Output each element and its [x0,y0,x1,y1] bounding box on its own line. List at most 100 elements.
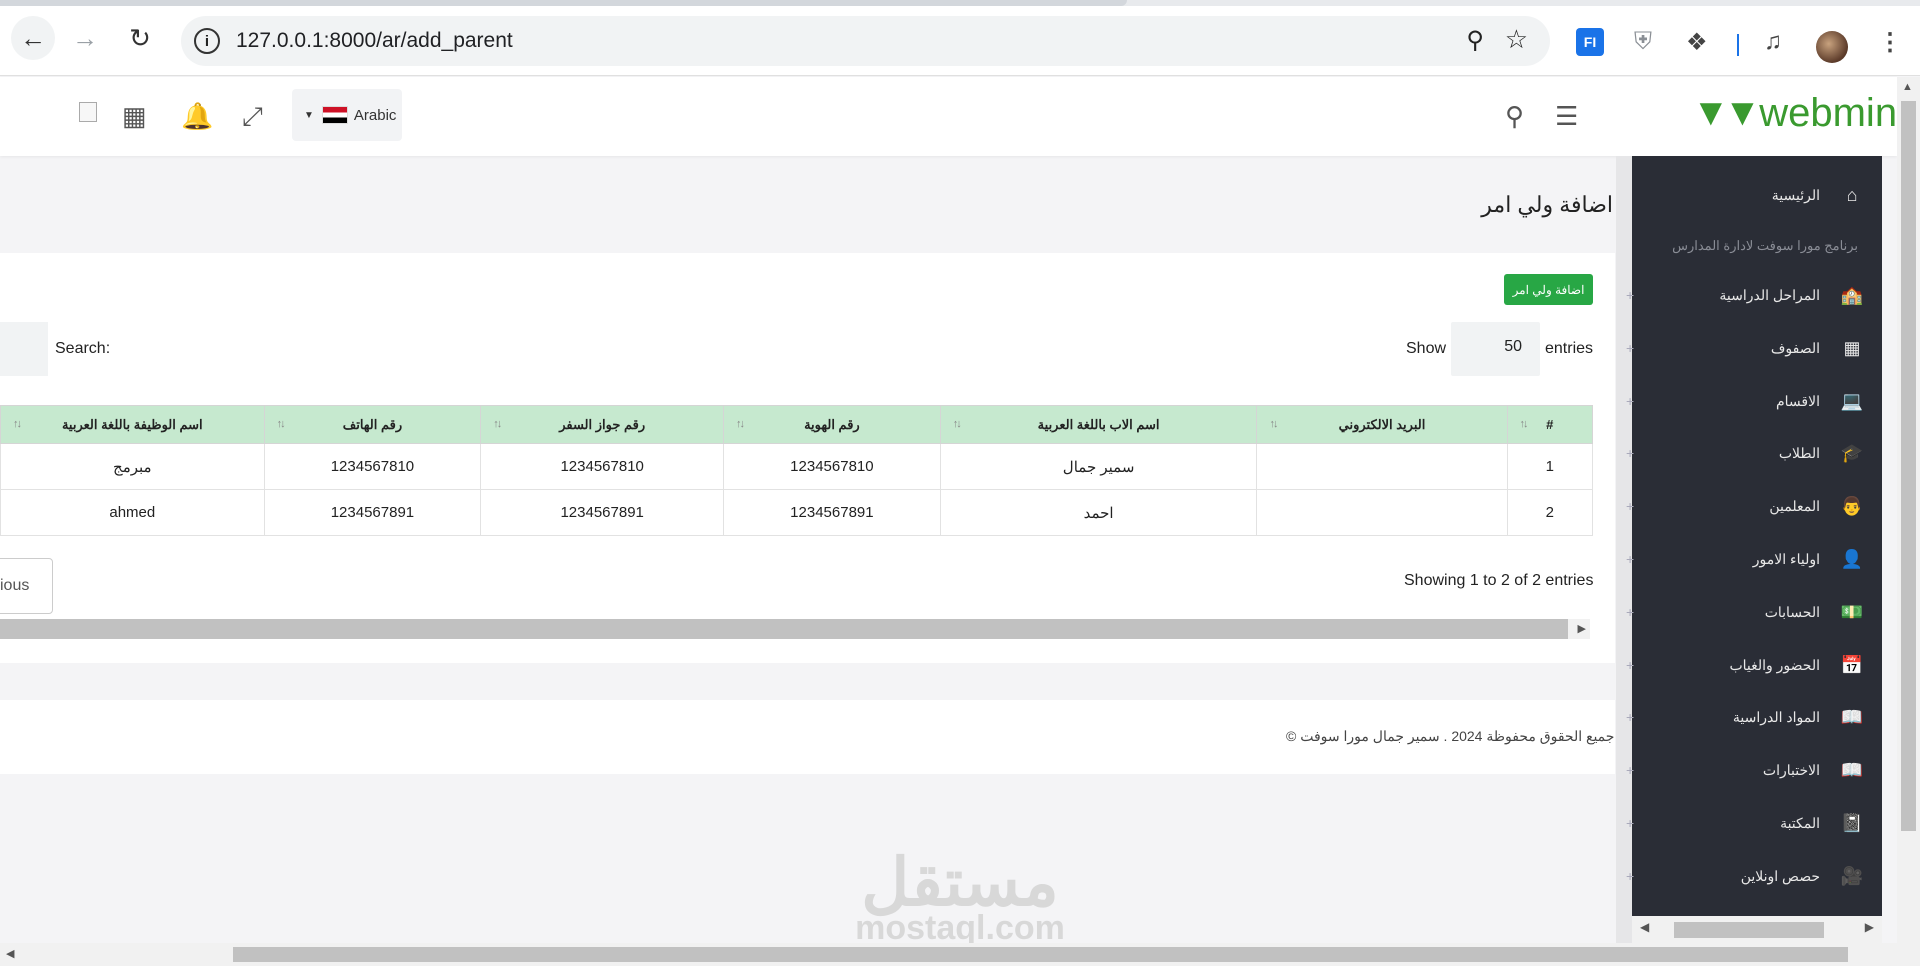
media-control-icon[interactable]: ♫ [1764,28,1782,56]
expand-plus-icon[interactable]: + [1626,657,1634,673]
scroll-left-icon[interactable]: ◀ [6,947,14,960]
extension-fi-icon[interactable]: FI [1576,28,1604,56]
toolbar-divider [1737,34,1739,56]
expand-plus-icon[interactable]: + [1626,762,1634,778]
table-cell: 1234567891 [480,489,725,536]
sidebar-item-teachers[interactable]: + المعلمين 👨 [1626,491,1882,521]
sidebar-item-subjects[interactable]: + المواد الدراسية 📖 [1626,702,1882,732]
sidebar-item-home[interactable]: الرئيسية ⌂ [1632,180,1882,210]
bookmark-star-icon[interactable]: ☆ [1505,24,1528,55]
sidebar-item-grades[interactable]: + الصفوف ▦ [1626,333,1882,363]
sidebar-item-library[interactable]: + المكتبة 📓 [1626,808,1882,838]
column-header[interactable]: ↑↓ # [1506,405,1594,444]
sidebar-item-parents[interactable]: + اولياء الامور 👤 [1626,544,1882,574]
sort-icon: ↑↓ [1269,418,1278,430]
table-cell [1256,443,1508,490]
vertical-scroll-thumb[interactable] [1901,101,1916,831]
sidebar-item-label: الحضور والغياب [1729,656,1820,673]
expand-plus-icon[interactable]: + [1626,709,1634,725]
column-header[interactable]: ↑↓ رقم جواز السفر [480,405,725,444]
scroll-up-icon[interactable]: ▲ [1902,81,1913,93]
table-cell: 1234567810 [480,443,725,490]
book-open-icon: 📖 [1840,759,1864,780]
expand-plus-icon[interactable]: + [1626,551,1634,567]
sidebar-item-label: الاختبارات [1762,761,1820,778]
school-icon: 🏫 [1840,284,1864,305]
expand-plus-icon[interactable]: + [1626,815,1634,831]
table-cell: 1234567810 [263,443,482,490]
forward-button[interactable]: → [63,16,107,60]
column-header[interactable]: ↑↓ اسم الوظيفة باللغة العربية [0,405,265,444]
sidebar-item-label: الرئيسية [1771,186,1820,203]
table-header-row: ↑↓ اسم الوظيفة باللغة العربية ↑↓ رقم الهات… [0,405,1594,444]
sidebar-item-label: الطلاب [1778,444,1820,461]
scroll-right-icon[interactable]: ▶ [1578,622,1586,635]
sidebar-tagline: برنامج مورا سوفت لادارة المدارس [1672,238,1858,253]
expand-plus-icon[interactable]: + [1626,393,1634,409]
library-icon: 📓 [1840,812,1864,833]
watermark-arabic: مستقل [861,845,1059,919]
table-scrollbar[interactable]: ▶ [0,619,1590,639]
search-input[interactable] [0,322,48,376]
profile-avatar[interactable] [1816,31,1848,63]
reload-button[interactable]: ↻ [118,16,162,60]
page-vertical-scrollbar[interactable]: ▲ [1897,77,1920,943]
sidebar-item-sections[interactable]: + الاقسام 💻 [1626,386,1882,416]
url-text[interactable]: 127.0.0.1:8000/ar/add_parent [236,29,513,53]
address-bar[interactable]: i 127.0.0.1:8000/ar/add_parent ⚲ ☆ [181,16,1550,66]
search-icon[interactable]: ⚲ [1505,101,1524,132]
sidebar-item-attendance[interactable]: + الحضور والغياب 📅 [1626,650,1882,680]
building-icon: ▦ [1843,337,1861,358]
fullscreen-icon[interactable]: ⤢ [242,101,263,133]
expand-plus-icon[interactable]: + [1626,340,1634,356]
browser-menu-icon[interactable]: ⋮ [1878,28,1902,57]
zoom-icon[interactable]: ⚲ [1466,26,1484,55]
column-header[interactable]: ↑↓ البريد الالكتروني [1256,405,1508,444]
sidebar-scroll-thumb[interactable] [1674,922,1824,938]
table-cell: 1234567891 [263,489,482,536]
table-scroll-thumb[interactable] [0,619,1568,639]
menu-toggle-icon[interactable]: ☰ [1555,101,1578,132]
site-info-icon[interactable]: i [194,28,220,54]
sidebar-item-label: الاقسام [1776,392,1820,409]
expand-plus-icon[interactable]: + [1626,445,1634,461]
page-length-select[interactable]: 50 [1451,322,1540,376]
money-icon: 💵 [1840,601,1864,622]
add-parent-button[interactable]: اضافة ولي امر [1504,274,1593,305]
table-cell: 2 [1506,489,1594,536]
sidebar-item-label: المراحل الدراسية [1719,286,1820,303]
expand-plus-icon[interactable]: + [1626,287,1634,303]
table-row: مبرمج 1234567810 1234567810 1234567810 س… [0,443,1594,490]
shield-extension-icon[interactable]: ⛨ [1634,28,1652,56]
sidebar-item-label: المعلمين [1769,497,1820,514]
back-button[interactable]: ← [11,16,55,60]
sidebar: الرئيسية ⌂ برنامج مورا سوفت لادارة المدا… [1626,156,1882,916]
horizontal-scroll-thumb[interactable] [233,947,1848,962]
video-icon: 🎥 [1840,865,1864,886]
sidebar-item-exams[interactable]: + الاختبارات 📖 [1626,755,1882,785]
bell-icon[interactable]: 🔔 [181,101,213,132]
language-dropdown[interactable]: ▼ Arabic [292,89,402,141]
sidebar-item-students[interactable]: + الطلاب 🎓 [1626,438,1882,468]
page-horizontal-scrollbar[interactable]: ◀ [0,943,1920,966]
previous-page-button[interactable]: ious [0,558,53,614]
logo-mark-icon: ▼▼ [1692,92,1761,134]
sidebar-item-accounts[interactable]: + الحسابات 💵 [1626,597,1882,627]
column-header[interactable]: ↑↓ رقم الهوية [723,405,941,444]
expand-plus-icon[interactable]: + [1626,498,1634,514]
expand-plus-icon[interactable]: + [1626,868,1634,884]
watermark: مستقل mostaql.com [843,845,1077,945]
logo[interactable]: ▼▼ webmin [1692,91,1897,136]
scroll-left-icon[interactable]: ◀ [1640,920,1649,934]
scroll-right-icon[interactable]: ▶ [1865,920,1874,934]
apps-grid-icon[interactable]: ▦ [122,101,147,132]
expand-plus-icon[interactable]: + [1626,604,1634,620]
sidebar-item-online-classes[interactable]: + حصص اونلاين 🎥 [1626,861,1882,891]
column-header[interactable]: ↑↓ رقم الهاتف [263,405,482,444]
sidebar-scrollbar[interactable]: ◀ ▶ [1632,916,1882,944]
table-cell: 1234567891 [723,489,941,536]
column-header[interactable]: ↑↓ اسم الاب باللغة العربية [939,405,1258,444]
sort-icon: ↑↓ [493,418,502,430]
sidebar-item-stages[interactable]: + المراحل الدراسية 🏫 [1626,280,1882,310]
extensions-puzzle-icon[interactable]: ❖ [1686,28,1708,57]
